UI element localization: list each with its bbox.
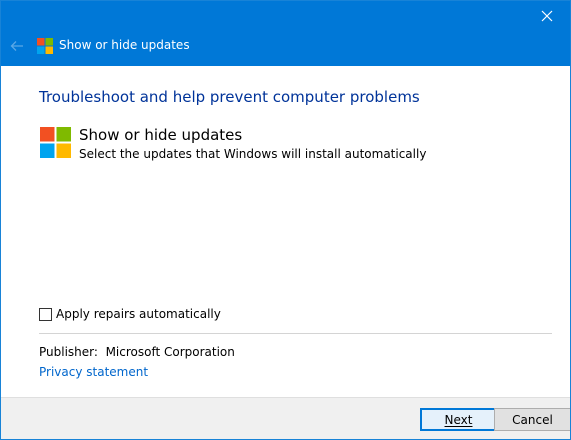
content-area: Troubleshoot and help prevent computer p… <box>1 66 570 397</box>
tool-name: Show or hide updates <box>79 126 243 144</box>
back-arrow-icon <box>10 41 23 51</box>
apply-repairs-option[interactable]: Apply repairs automatically <box>39 307 221 321</box>
publisher-value: Microsoft Corporation <box>105 345 235 359</box>
publisher-label: Publisher: <box>39 345 98 359</box>
close-button[interactable] <box>524 1 570 31</box>
next-button[interactable]: Next <box>420 408 497 431</box>
apply-repairs-label: Apply repairs automatically <box>56 307 221 321</box>
apply-repairs-checkbox[interactable] <box>39 307 52 321</box>
privacy-statement-link[interactable]: Privacy statement <box>39 365 148 379</box>
window-title: Show or hide updates <box>59 38 190 52</box>
close-icon <box>541 10 553 22</box>
next-button-label: Next <box>444 412 473 427</box>
tool-description: Select the updates that Windows will ins… <box>79 147 427 161</box>
cancel-button[interactable]: Cancel <box>494 408 570 431</box>
windows-logo-icon <box>40 127 71 158</box>
publisher-info: Publisher: Microsoft Corporation <box>39 345 235 359</box>
page-heading: Troubleshoot and help prevent computer p… <box>39 88 420 106</box>
divider <box>39 333 552 334</box>
footer-bar: Next Cancel <box>1 397 570 439</box>
windows-logo-icon <box>37 38 53 54</box>
troubleshooter-window: Show or hide updates Troubleshoot and he… <box>0 0 571 440</box>
back-button[interactable] <box>5 36 29 56</box>
title-bar: Show or hide updates <box>1 1 570 66</box>
